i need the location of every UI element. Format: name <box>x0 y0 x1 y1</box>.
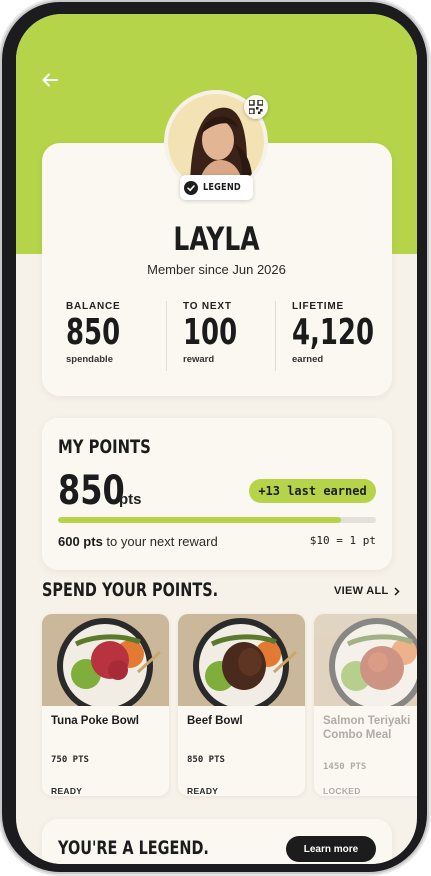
arrow-left-icon <box>42 73 58 87</box>
member-since: Member since Jun 2026 <box>147 262 286 277</box>
legend-card: YOU'RE A LEGEND. Learn more <box>42 819 392 864</box>
profile-name: LAYLA <box>173 220 260 258</box>
stat-value: 4,120 <box>292 312 374 353</box>
chevron-right-icon <box>394 586 400 596</box>
view-all-link[interactable]: VIEW ALL <box>334 585 400 597</box>
points-title: MY POINTS <box>58 436 151 458</box>
spend-section-title: SPEND YOUR POINTS. <box>42 579 219 601</box>
back-button[interactable] <box>40 70 68 98</box>
stat-value: 100 <box>183 312 238 353</box>
reward-card[interactable]: Tuna Poke Bowl 750 PTS READY <box>42 614 169 796</box>
stat-to-next: TO NEXT 100 reward <box>183 301 258 371</box>
learn-more-button[interactable]: Learn more <box>286 836 376 862</box>
view-all-label: VIEW ALL <box>334 585 389 597</box>
reward-progress-bar <box>58 517 376 523</box>
next-reward-text: 600 pts to your next reward <box>58 534 218 549</box>
reward-points: 750 PTS <box>51 755 89 765</box>
reward-status: READY <box>51 786 83 796</box>
reward-card[interactable]: Beef Bowl 850 PTS READY <box>178 614 305 796</box>
reward-name: Salmon Teriyaki Combo Meal <box>323 715 411 741</box>
stat-sub: spendable <box>66 354 113 365</box>
stat-divider <box>166 301 167 371</box>
reward-status: READY <box>187 786 219 796</box>
reward-status: LOCKED <box>323 786 361 796</box>
points-value: 850 <box>58 468 125 514</box>
salmon-teriyaki-image <box>314 614 417 706</box>
stat-lifetime: LIFETIME 4,120 earned <box>292 301 406 371</box>
next-reward-label: to your next reward <box>102 534 218 549</box>
points-card: MY POINTS 850 pts +13 last earned 600 pt… <box>42 418 392 570</box>
points-unit: pts <box>119 491 142 508</box>
next-reward-points: 600 pts <box>58 534 103 549</box>
stat-value: 850 <box>66 312 121 353</box>
app-screen: LEGEND LAYLA Member since Jun 2026 BALAN… <box>16 14 417 864</box>
conversion-rate: $10 = 1 pt <box>309 534 376 547</box>
phone-frame: LEGEND LAYLA Member since Jun 2026 BALAN… <box>2 2 427 872</box>
stat-label: LIFETIME <box>292 301 344 312</box>
reward-progress-fill <box>58 517 342 523</box>
stat-sub: reward <box>183 354 215 365</box>
qr-code-button[interactable] <box>244 95 268 119</box>
legend-title: YOU'RE A LEGEND. <box>58 837 209 859</box>
reward-points: 1450 PTS <box>323 762 367 772</box>
tuna-poke-bowl-image <box>42 614 169 706</box>
stat-label: TO NEXT <box>183 301 232 312</box>
status-badge: LEGEND <box>180 175 253 200</box>
last-earned-pill: +13 last earned <box>249 479 376 503</box>
reward-items-carousel[interactable]: Tuna Poke Bowl 750 PTS READY Beef Bowl 8… <box>42 614 417 799</box>
stat-label: BALANCE <box>66 301 121 312</box>
badge-label: LEGEND <box>202 182 241 193</box>
stat-balance: BALANCE 850 spendable <box>66 301 141 371</box>
stat-sub: earned <box>292 354 324 365</box>
beef-bowl-image <box>178 614 305 706</box>
stat-divider <box>275 301 276 371</box>
reward-card[interactable]: Salmon Teriyaki Combo Meal 1450 PTS LOCK… <box>314 614 417 796</box>
stats-row: BALANCE 850 spendable TO NEXT 100 reward… <box>42 301 392 371</box>
check-icon <box>183 180 198 195</box>
reward-name: Beef Bowl <box>187 715 243 727</box>
reward-points: 850 PTS <box>187 755 225 765</box>
qr-code-icon <box>249 100 263 114</box>
reward-name: Tuna Poke Bowl <box>51 715 139 727</box>
